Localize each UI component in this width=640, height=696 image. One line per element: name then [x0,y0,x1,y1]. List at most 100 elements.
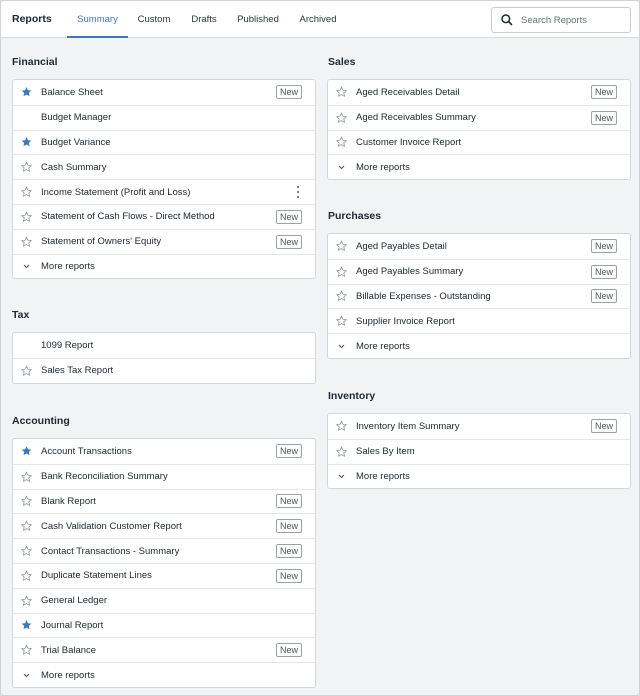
new-badge: New [590,419,617,434]
more-reports-label: More reports [41,669,95,681]
new-badge: New [275,568,302,583]
more-reports-button[interactable]: More reports [13,662,315,687]
report-link[interactable]: Statement of Owners' Equity [41,236,161,247]
star-outline-icon[interactable] [21,644,32,656]
star-outline-icon[interactable] [336,315,347,327]
tab-summary[interactable]: Summary [67,1,128,38]
report-link[interactable]: Sales Tax Report [41,365,113,376]
star-outline-icon[interactable] [21,236,32,247]
report-item-billable-expenses-outstanding[interactable]: Billable Expenses - Outstanding New [328,283,630,309]
report-item-contact-transactions-summary[interactable]: Contact Transactions - Summary New [13,538,315,563]
report-item-cash-summary[interactable]: Cash Summary [13,154,315,179]
report-link[interactable]: Contact Transactions - Summary [41,546,179,557]
star-filled-icon[interactable] [21,87,32,98]
report-link[interactable]: Journal Report [41,620,103,631]
star-outline-icon[interactable] [21,186,32,198]
report-link[interactable]: Income Statement (Profit and Loss) [41,187,190,198]
report-link[interactable]: Duplicate Statement Lines [41,570,152,581]
report-item-statement-of-owners-equity[interactable]: Statement of Owners' Equity New [13,228,315,254]
report-link[interactable]: General Ledger [41,595,107,606]
report-link[interactable]: Cash Validation Customer Report [41,521,182,532]
report-link[interactable]: Aged Receivables Detail [356,87,460,98]
more-options-icon[interactable] [296,186,300,199]
purchases-report-list: Aged Payables Detail New Aged Payables Sum… [327,233,631,359]
report-link[interactable]: Supplier Invoice Report [356,316,455,327]
report-link[interactable]: Billable Expenses - Outstanding [356,291,491,302]
report-item-income-statement-profit-and-loss[interactable]: Income Statement (Profit and Loss) [13,179,315,204]
report-item-general-ledger[interactable]: General Ledger [13,587,315,613]
star-outline-icon[interactable] [336,446,347,457]
star-outline-icon[interactable] [21,520,32,532]
report-link[interactable]: Budget Variance [41,137,111,148]
report-link[interactable]: Statement of Cash Flows - Direct Method [41,211,215,222]
star-outline-icon[interactable] [21,211,32,222]
star-outline-icon[interactable] [21,365,32,376]
report-link[interactable]: Account Transactions [41,446,132,457]
more-reports-button[interactable]: More reports [328,154,630,179]
star-outline-icon[interactable] [336,87,347,98]
star-outline-icon[interactable] [336,112,347,123]
star-outline-icon[interactable] [336,291,347,302]
new-badge: New [275,444,302,459]
tab-custom[interactable]: Custom [131,1,177,38]
report-link[interactable]: Bank Reconciliation Summary [41,471,168,482]
report-item-duplicate-statement-lines[interactable]: Duplicate Statement Lines New [13,562,315,588]
report-link[interactable]: Trial Balance [41,645,96,656]
search-icon [501,14,513,26]
report-item-customer-invoice-report[interactable]: Customer Invoice Report [328,129,630,155]
report-item-aged-receivables-detail[interactable]: Aged Receivables Detail New [328,80,630,105]
report-link[interactable]: 1099 Report [41,340,93,351]
section-title-tax: Tax [12,309,30,321]
report-item-budget-variance[interactable]: Budget Variance [13,129,315,155]
report-link[interactable]: Cash Summary [41,162,106,173]
report-item-cash-validation-customer-report[interactable]: Cash Validation Customer Report New [13,513,315,538]
report-link[interactable]: Aged Receivables Summary [356,112,476,123]
star-filled-icon[interactable] [21,137,32,148]
star-outline-icon[interactable] [336,266,347,277]
star-outline-icon[interactable] [21,545,32,557]
report-item-sales-by-item[interactable]: Sales By Item [328,438,630,464]
search-input[interactable] [521,14,621,26]
report-item-account-transactions[interactable]: Account Transactions New [13,439,315,464]
report-item-supplier-invoice-report[interactable]: Supplier Invoice Report [328,308,630,333]
report-item-trial-balance[interactable]: Trial Balance New [13,637,315,662]
report-item-blank-report[interactable]: Blank Report New [13,488,315,514]
tab-published[interactable]: Published [231,1,285,38]
star-filled-icon[interactable] [21,620,32,631]
report-item-statement-of-cash-flows-direct-method[interactable]: Statement of Cash Flows - Direct Method N… [13,203,315,229]
report-item-1099-report[interactable]: 1099 Report [13,333,315,358]
report-link[interactable]: Blank Report [41,496,96,507]
star-filled-icon[interactable] [21,446,32,457]
tab-archived[interactable]: Archived [293,1,343,38]
star-outline-icon[interactable] [336,137,347,148]
more-reports-button[interactable]: More reports [328,333,630,358]
more-reports-button[interactable]: More reports [13,253,315,279]
report-link[interactable]: Aged Payables Detail [356,241,447,252]
report-link[interactable]: Balance Sheet [41,87,103,98]
report-link[interactable]: Sales By Item [356,446,415,457]
star-outline-icon[interactable] [21,496,32,507]
report-item-sales-tax-report[interactable]: Sales Tax Report [13,357,315,383]
star-outline-icon[interactable] [336,241,347,252]
star-outline-icon[interactable] [336,421,347,432]
star-outline-icon[interactable] [21,595,32,606]
report-item-balance-sheet[interactable]: Balance Sheet New [13,80,315,105]
star-outline-icon[interactable] [21,570,32,581]
report-item-aged-receivables-summary[interactable]: Aged Receivables Summary New [328,104,630,130]
search-box[interactable] [491,7,631,33]
tab-drafts[interactable]: Drafts [185,1,223,38]
report-item-aged-payables-detail[interactable]: Aged Payables Detail New [328,234,630,259]
report-link[interactable]: Budget Manager [41,112,111,123]
report-link[interactable]: Inventory Item Summary [356,421,459,432]
report-item-bank-reconciliation-summary[interactable]: Bank Reconciliation Summary [13,463,315,489]
report-item-aged-payables-summary[interactable]: Aged Payables Summary New [328,258,630,284]
chevron-down-icon [336,162,347,173]
report-item-budget-manager[interactable]: Budget Manager [13,104,315,130]
report-item-journal-report[interactable]: Journal Report [13,612,315,638]
report-item-inventory-item-summary[interactable]: Inventory Item Summary New [328,414,630,439]
report-link[interactable]: Customer Invoice Report [356,137,461,148]
more-reports-button[interactable]: More reports [328,463,630,489]
star-outline-icon[interactable] [21,471,32,482]
star-outline-icon[interactable] [21,161,32,173]
report-link[interactable]: Aged Payables Summary [356,266,463,277]
